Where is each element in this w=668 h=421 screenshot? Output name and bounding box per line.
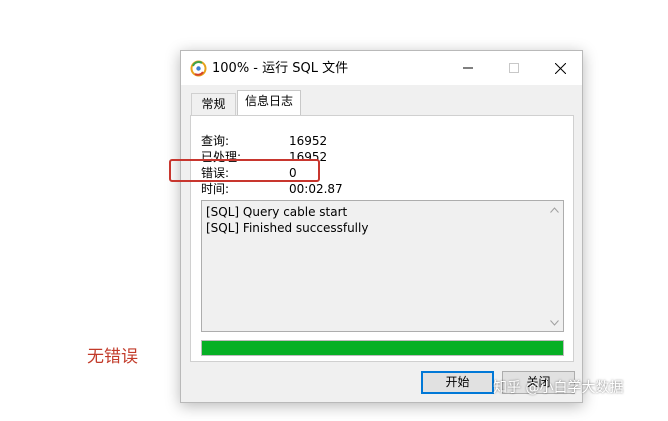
maximize-button[interactable] bbox=[491, 51, 537, 85]
minimize-icon bbox=[463, 67, 473, 69]
chevron-down-icon bbox=[550, 319, 559, 326]
close-window-button[interactable] bbox=[537, 51, 583, 85]
close-icon bbox=[554, 62, 566, 74]
log-line: [SQL] Finished successfully bbox=[206, 221, 369, 235]
stat-value: 16952 bbox=[289, 134, 328, 148]
run-sql-dialog: 100% - 运行 SQL 文件 常规 信息日志 查询: 16952 已处理: … bbox=[180, 50, 583, 403]
scroll-up-button[interactable] bbox=[546, 201, 563, 218]
stat-label: 查询: bbox=[201, 134, 230, 148]
window-title: 100% - 运行 SQL 文件 bbox=[212, 61, 349, 76]
watermark: 知乎 @小白学大数据 bbox=[493, 380, 624, 396]
chevron-up-icon bbox=[550, 206, 559, 213]
minimize-button[interactable] bbox=[445, 51, 491, 85]
error-highlight-box bbox=[169, 159, 320, 182]
stat-label: 时间: bbox=[201, 182, 230, 196]
log-textbox[interactable]: [SQL] Query cable start [SQL] Finished s… bbox=[201, 200, 564, 332]
scroll-down-button[interactable] bbox=[546, 314, 563, 331]
annotation-no-errors: 无错误 bbox=[87, 347, 138, 367]
log-scrollbar[interactable] bbox=[546, 201, 563, 331]
tab-general[interactable]: 常规 bbox=[191, 93, 236, 115]
progress-bar-fill bbox=[202, 341, 563, 355]
maximize-icon bbox=[509, 63, 519, 73]
title-bar[interactable]: 100% - 运行 SQL 文件 bbox=[181, 51, 582, 85]
progress-bar bbox=[201, 340, 564, 356]
start-button[interactable]: 开始 bbox=[421, 371, 494, 394]
tab-info-log[interactable]: 信息日志 bbox=[237, 90, 301, 115]
stat-value: 00:02.87 bbox=[289, 182, 343, 196]
log-line: [SQL] Query cable start bbox=[206, 205, 348, 219]
tab-strip: 常规 信息日志 bbox=[181, 85, 582, 115]
info-log-panel: 查询: 16952 已处理: 16952 错误: 0 时间: 00:02.87 … bbox=[190, 115, 574, 362]
navicat-app-icon bbox=[190, 60, 207, 77]
